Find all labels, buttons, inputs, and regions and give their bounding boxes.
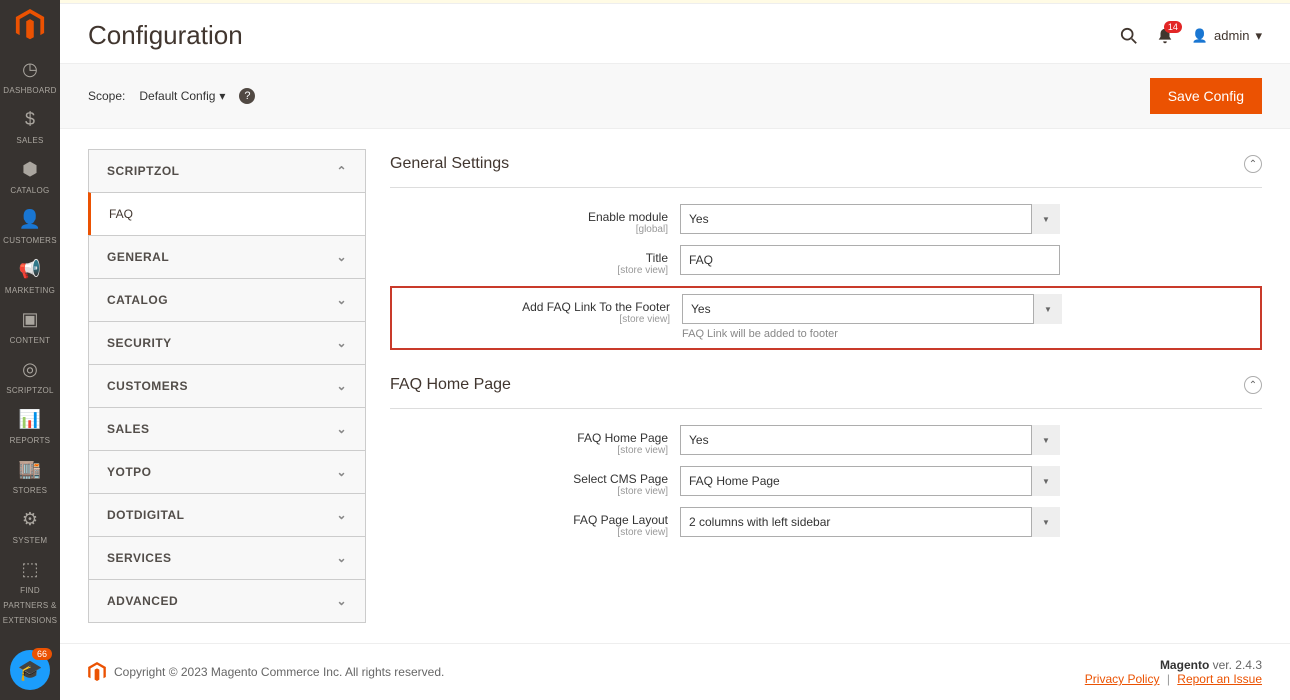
tab-general[interactable]: GENERAL⌄ xyxy=(88,235,366,278)
box-icon: ⬢ xyxy=(0,160,60,178)
highlighted-field-footer-link: Add FAQ Link To the Footer [store view] … xyxy=(390,286,1262,350)
field-title: Title [store view] xyxy=(390,245,1262,276)
nav-system[interactable]: ⚙SYSTEM xyxy=(0,502,60,552)
section-general-settings[interactable]: General Settings ⌃ xyxy=(390,149,1262,188)
footer-link-note: FAQ Link will be added to footer xyxy=(682,328,1062,340)
tab-yotpo[interactable]: YOTPO⌄ xyxy=(88,450,366,493)
report-issue-link[interactable]: Report an Issue xyxy=(1177,672,1262,686)
admin-sidebar: ◷DASHBOARD $SALES ⬢CATALOG 👤CUSTOMERS 📢M… xyxy=(0,0,60,700)
page-header: Configuration 14 👤 admin ▾ xyxy=(60,4,1290,63)
magento-logo-small xyxy=(88,662,106,682)
save-config-button[interactable]: Save Config xyxy=(1150,78,1262,114)
graduation-icon: 🎓 xyxy=(18,658,43,683)
puzzle-icon: ⬚ xyxy=(0,560,60,578)
nav-content[interactable]: ▣CONTENT xyxy=(0,302,60,352)
nav-stores[interactable]: 🏬STORES xyxy=(0,452,60,502)
settings-panel: General Settings ⌃ Enable module [global… xyxy=(390,149,1262,623)
dashboard-icon: ◷ xyxy=(0,60,60,78)
tab-services[interactable]: SERVICES⌄ xyxy=(88,536,366,579)
cms-page-select[interactable]: FAQ Home Page xyxy=(680,466,1060,496)
page-title: Configuration xyxy=(88,20,243,51)
scope-label: Scope: xyxy=(88,89,125,103)
chevron-down-icon: ⌄ xyxy=(336,293,347,307)
field-faq-home: FAQ Home Page [store view] Yes xyxy=(390,425,1262,456)
scope-bar: Scope: Default Config ▾ ? Save Config xyxy=(60,63,1290,129)
nav-partners[interactable]: ⬚FIND PARTNERS & EXTENSIONS xyxy=(0,552,60,632)
gear-icon: ⚙ xyxy=(0,510,60,528)
help-badge: 66 xyxy=(32,648,52,660)
collapse-icon[interactable]: ⌃ xyxy=(1244,155,1262,173)
megaphone-icon: 📢 xyxy=(0,260,60,278)
chevron-down-icon: ⌄ xyxy=(336,551,347,565)
tab-header-scriptzol[interactable]: SCRIPTZOL ⌃ xyxy=(88,149,366,192)
nav-marketing[interactable]: 📢MARKETING xyxy=(0,252,60,302)
chevron-down-icon: ⌄ xyxy=(336,250,347,264)
nav-reports[interactable]: 📊REPORTS xyxy=(0,402,60,452)
tab-advanced[interactable]: ADVANCED⌄ xyxy=(88,579,366,623)
admin-user-menu[interactable]: 👤 admin ▾ xyxy=(1192,28,1262,44)
field-cms-page: Select CMS Page [store view] FAQ Home Pa… xyxy=(390,466,1262,497)
nav-sales[interactable]: $SALES xyxy=(0,102,60,152)
scope-selector[interactable]: Default Config ▾ xyxy=(139,89,225,103)
chevron-down-icon: ⌄ xyxy=(336,508,347,522)
nav-scriptzol[interactable]: ◎SCRIPTZOL xyxy=(0,352,60,402)
search-icon[interactable] xyxy=(1120,27,1138,45)
nav-catalog[interactable]: ⬢CATALOG xyxy=(0,152,60,202)
footer-link-select[interactable]: Yes xyxy=(682,294,1062,324)
faq-home-select[interactable]: Yes xyxy=(680,425,1060,455)
chevron-down-icon: ▾ xyxy=(1255,28,1262,44)
tab-sales[interactable]: SALES⌄ xyxy=(88,407,366,450)
user-icon: 👤 xyxy=(1192,28,1208,44)
tab-dotdigital[interactable]: DOTDIGITAL⌄ xyxy=(88,493,366,536)
store-icon: 🏬 xyxy=(0,460,60,478)
person-icon: 👤 xyxy=(0,210,60,228)
tab-customers[interactable]: CUSTOMERS⌄ xyxy=(88,364,366,407)
scriptzol-icon: ◎ xyxy=(0,360,60,378)
title-input[interactable] xyxy=(680,245,1060,275)
tab-link-faq[interactable]: FAQ xyxy=(88,192,366,235)
tab-security[interactable]: SECURITY⌄ xyxy=(88,321,366,364)
chevron-down-icon: ⌄ xyxy=(336,336,347,350)
copyright-text: Copyright © 2023 Magento Commerce Inc. A… xyxy=(114,665,444,679)
enable-module-select[interactable]: Yes xyxy=(680,204,1060,234)
chevron-down-icon: ▾ xyxy=(219,89,225,103)
notification-badge: 14 xyxy=(1164,21,1182,33)
magento-logo[interactable] xyxy=(13,8,47,42)
field-page-layout: FAQ Page Layout [store view] 2 columns w… xyxy=(390,507,1262,538)
section-faq-homepage[interactable]: FAQ Home Page ⌃ xyxy=(390,370,1262,409)
config-tabs: SCRIPTZOL ⌃ FAQ GENERAL⌄ CATALOG⌄ SECURI… xyxy=(88,149,366,623)
nav-dashboard[interactable]: ◷DASHBOARD xyxy=(0,52,60,102)
dollar-icon: $ xyxy=(0,110,60,128)
help-bubble[interactable]: 🎓 66 xyxy=(10,650,50,690)
field-enable-module: Enable module [global] Yes xyxy=(390,204,1262,235)
chevron-down-icon: ⌄ xyxy=(336,465,347,479)
scope-help-icon[interactable]: ? xyxy=(239,88,255,104)
chevron-up-icon: ⌃ xyxy=(336,164,347,178)
nav-customers[interactable]: 👤CUSTOMERS xyxy=(0,202,60,252)
tab-catalog[interactable]: CATALOG⌄ xyxy=(88,278,366,321)
collapse-icon[interactable]: ⌃ xyxy=(1244,376,1262,394)
chevron-down-icon: ⌄ xyxy=(336,422,347,436)
page-footer: Copyright © 2023 Magento Commerce Inc. A… xyxy=(60,643,1290,700)
chevron-down-icon: ⌄ xyxy=(336,594,347,608)
layout-icon: ▣ xyxy=(0,310,60,328)
privacy-policy-link[interactable]: Privacy Policy xyxy=(1085,672,1160,686)
chart-icon: 📊 xyxy=(0,410,60,428)
page-layout-select[interactable]: 2 columns with left sidebar xyxy=(680,507,1060,537)
notifications-icon[interactable]: 14 xyxy=(1156,27,1174,45)
chevron-down-icon: ⌄ xyxy=(336,379,347,393)
